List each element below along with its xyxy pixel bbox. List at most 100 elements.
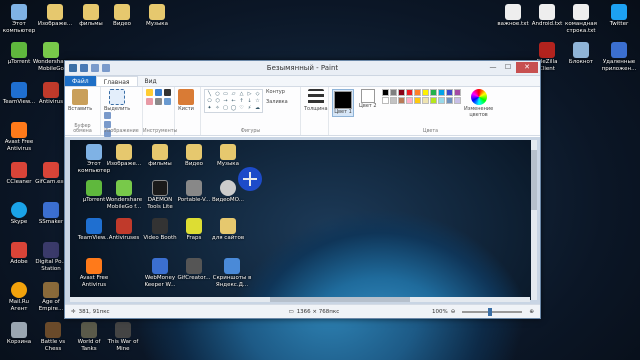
- palette-swatch[interactable]: [405, 89, 413, 96]
- desktop-icon-android-txt[interactable]: Android.txt: [528, 4, 566, 28]
- desktop-icon-this-pc[interactable]: Этот компьютер: [0, 4, 38, 34]
- palette-swatch[interactable]: [405, 97, 413, 104]
- pencil-icon[interactable]: [146, 89, 153, 96]
- maximize-icon[interactable]: ☐: [501, 62, 515, 73]
- shapes-gallery[interactable]: ╲ ○ ▭ ▱ △ ▷ ◇ ⬠ ⬡ → ← ↑ ↓ ☆ ✦ ✧ ▢ ◯ ♡ ⚡ ☁: [204, 89, 263, 113]
- desktop-icon-twitter[interactable]: Twitter: [600, 4, 638, 28]
- palette-swatch[interactable]: [389, 89, 397, 96]
- palette-swatch[interactable]: [413, 89, 421, 96]
- shape-option[interactable]: ⬡: [214, 98, 221, 104]
- edit-colors-button[interactable]: Изменение цветов: [464, 89, 494, 118]
- palette-swatch[interactable]: [381, 97, 389, 104]
- desktop-icon-this-war-of-mine[interactable]: This War of Mine: [104, 322, 142, 352]
- zoom-out-icon[interactable]: ⊖: [451, 309, 456, 315]
- tab-home[interactable]: Главная: [95, 76, 138, 86]
- palette-swatch[interactable]: [437, 97, 445, 104]
- paste-button[interactable]: Вставить: [68, 89, 92, 112]
- drawing-canvas[interactable]: Этот компьютер Изображе... фильмы Видео …: [70, 140, 532, 300]
- vertical-scrollbar[interactable]: [531, 140, 537, 300]
- shape-option[interactable]: ✧: [214, 105, 221, 111]
- color1-button[interactable]: Цвет 1: [332, 89, 354, 117]
- desktop-icon-notepad[interactable]: Блокнот: [562, 42, 600, 66]
- shape-option[interactable]: ▷: [246, 91, 253, 97]
- shape-option[interactable]: ↑: [238, 98, 245, 104]
- shape-option[interactable]: ▢: [222, 105, 229, 111]
- palette-swatch[interactable]: [453, 97, 461, 104]
- palette-swatch[interactable]: [445, 97, 453, 104]
- palette-swatch[interactable]: [397, 97, 405, 104]
- fill-dropdown[interactable]: Заливка: [266, 99, 288, 105]
- canvas-icon-music: Музыка: [209, 144, 247, 168]
- group-thickness: Толщина: [301, 87, 329, 135]
- color-palette[interactable]: [381, 89, 461, 104]
- tab-file[interactable]: Файл: [65, 76, 96, 86]
- shape-option[interactable]: ✦: [206, 105, 213, 111]
- zoom-in-icon[interactable]: ⊕: [529, 309, 534, 315]
- canvas-icon-video-booth: Video Booth: [141, 218, 179, 242]
- thickness-button[interactable]: Толщина: [304, 89, 328, 112]
- shape-option[interactable]: →: [222, 98, 229, 104]
- desktop-icon-cmd-txt[interactable]: командная строка.txt: [562, 4, 600, 34]
- eraser-icon[interactable]: [146, 98, 153, 105]
- text-file-icon: [573, 4, 589, 20]
- shape-option[interactable]: ↓: [246, 98, 253, 104]
- color-picker-icon[interactable]: [155, 98, 162, 105]
- color2-button[interactable]: Цвет 2: [359, 89, 377, 109]
- shape-option[interactable]: ╲: [206, 91, 213, 97]
- shape-option[interactable]: ▭: [222, 91, 229, 97]
- palette-swatch[interactable]: [397, 89, 405, 96]
- palette-swatch[interactable]: [389, 97, 397, 104]
- palette-swatch[interactable]: [421, 97, 429, 104]
- title-bar: Безымянный - Paint — ☐ ✕: [65, 61, 540, 76]
- window-title: Безымянный - Paint: [266, 64, 339, 72]
- desktop-icon-battle-vs-chess[interactable]: Battle vs Chess: [34, 322, 72, 352]
- desktop-icon-avast[interactable]: Avast Free Antivirus: [0, 122, 38, 152]
- shape-option[interactable]: ○: [214, 91, 221, 97]
- palette-swatch[interactable]: [429, 97, 437, 104]
- shape-option[interactable]: ←: [230, 98, 237, 104]
- shape-option[interactable]: ▱: [230, 91, 237, 97]
- shape-option[interactable]: ◯: [230, 105, 237, 111]
- desktop-icon-music[interactable]: Музыка: [138, 4, 176, 28]
- text-icon[interactable]: [164, 89, 171, 96]
- shape-option[interactable]: ♡: [238, 105, 245, 111]
- horizontal-scrollbar[interactable]: [70, 297, 530, 302]
- desktop-icon-video[interactable]: Видео: [103, 4, 141, 28]
- shape-option[interactable]: ⚡: [246, 105, 253, 111]
- palette-swatch[interactable]: [413, 97, 421, 104]
- palette-swatch[interactable]: [453, 89, 461, 96]
- select-button[interactable]: Выделить: [104, 89, 130, 112]
- outline-dropdown[interactable]: Контур: [266, 89, 288, 95]
- canvas-icon-antiviruses: Antiviruses: [105, 218, 143, 242]
- vertical-scroll-thumb[interactable]: [531, 150, 537, 210]
- close-icon[interactable]: ✕: [516, 62, 538, 73]
- palette-swatch[interactable]: [421, 89, 429, 96]
- zoom-slider[interactable]: [462, 307, 523, 316]
- tab-view[interactable]: Вид: [138, 76, 164, 86]
- fill-icon[interactable]: [155, 89, 162, 96]
- group-label-tools: Инструменты: [143, 129, 178, 134]
- shape-option[interactable]: ⬠: [206, 98, 213, 104]
- magnifier-icon[interactable]: [164, 98, 171, 105]
- shape-option[interactable]: ◇: [254, 91, 261, 97]
- crop-icon[interactable]: [104, 112, 111, 119]
- desktop-icon-recycle-bin[interactable]: Корзина: [0, 322, 38, 346]
- resize-icon[interactable]: [104, 121, 111, 128]
- desktop-icon-remote-apps[interactable]: Удаленные приложен...: [600, 42, 638, 72]
- palette-swatch[interactable]: [429, 89, 437, 96]
- shape-option[interactable]: ☁: [254, 105, 261, 111]
- minimize-icon[interactable]: —: [486, 62, 500, 73]
- group-label-image: Изображение: [104, 129, 139, 134]
- brushes-button[interactable]: Кисти: [178, 89, 194, 112]
- palette-swatch[interactable]: [445, 89, 453, 96]
- horizontal-scroll-thumb[interactable]: [270, 297, 410, 302]
- palette-swatch[interactable]: [381, 89, 389, 96]
- shape-option[interactable]: △: [238, 91, 245, 97]
- desktop-icon-world-of-tanks[interactable]: World of Tanks: [70, 322, 108, 352]
- antivirus-icon: [43, 82, 59, 98]
- shape-option[interactable]: ☆: [254, 98, 261, 104]
- image-size-icon: ▭: [288, 308, 294, 315]
- palette-swatch[interactable]: [437, 89, 445, 96]
- desktop-icon-vazhnoe-txt[interactable]: важное.txt: [494, 4, 532, 28]
- desktop-icon-images[interactable]: Изображе...: [36, 4, 74, 28]
